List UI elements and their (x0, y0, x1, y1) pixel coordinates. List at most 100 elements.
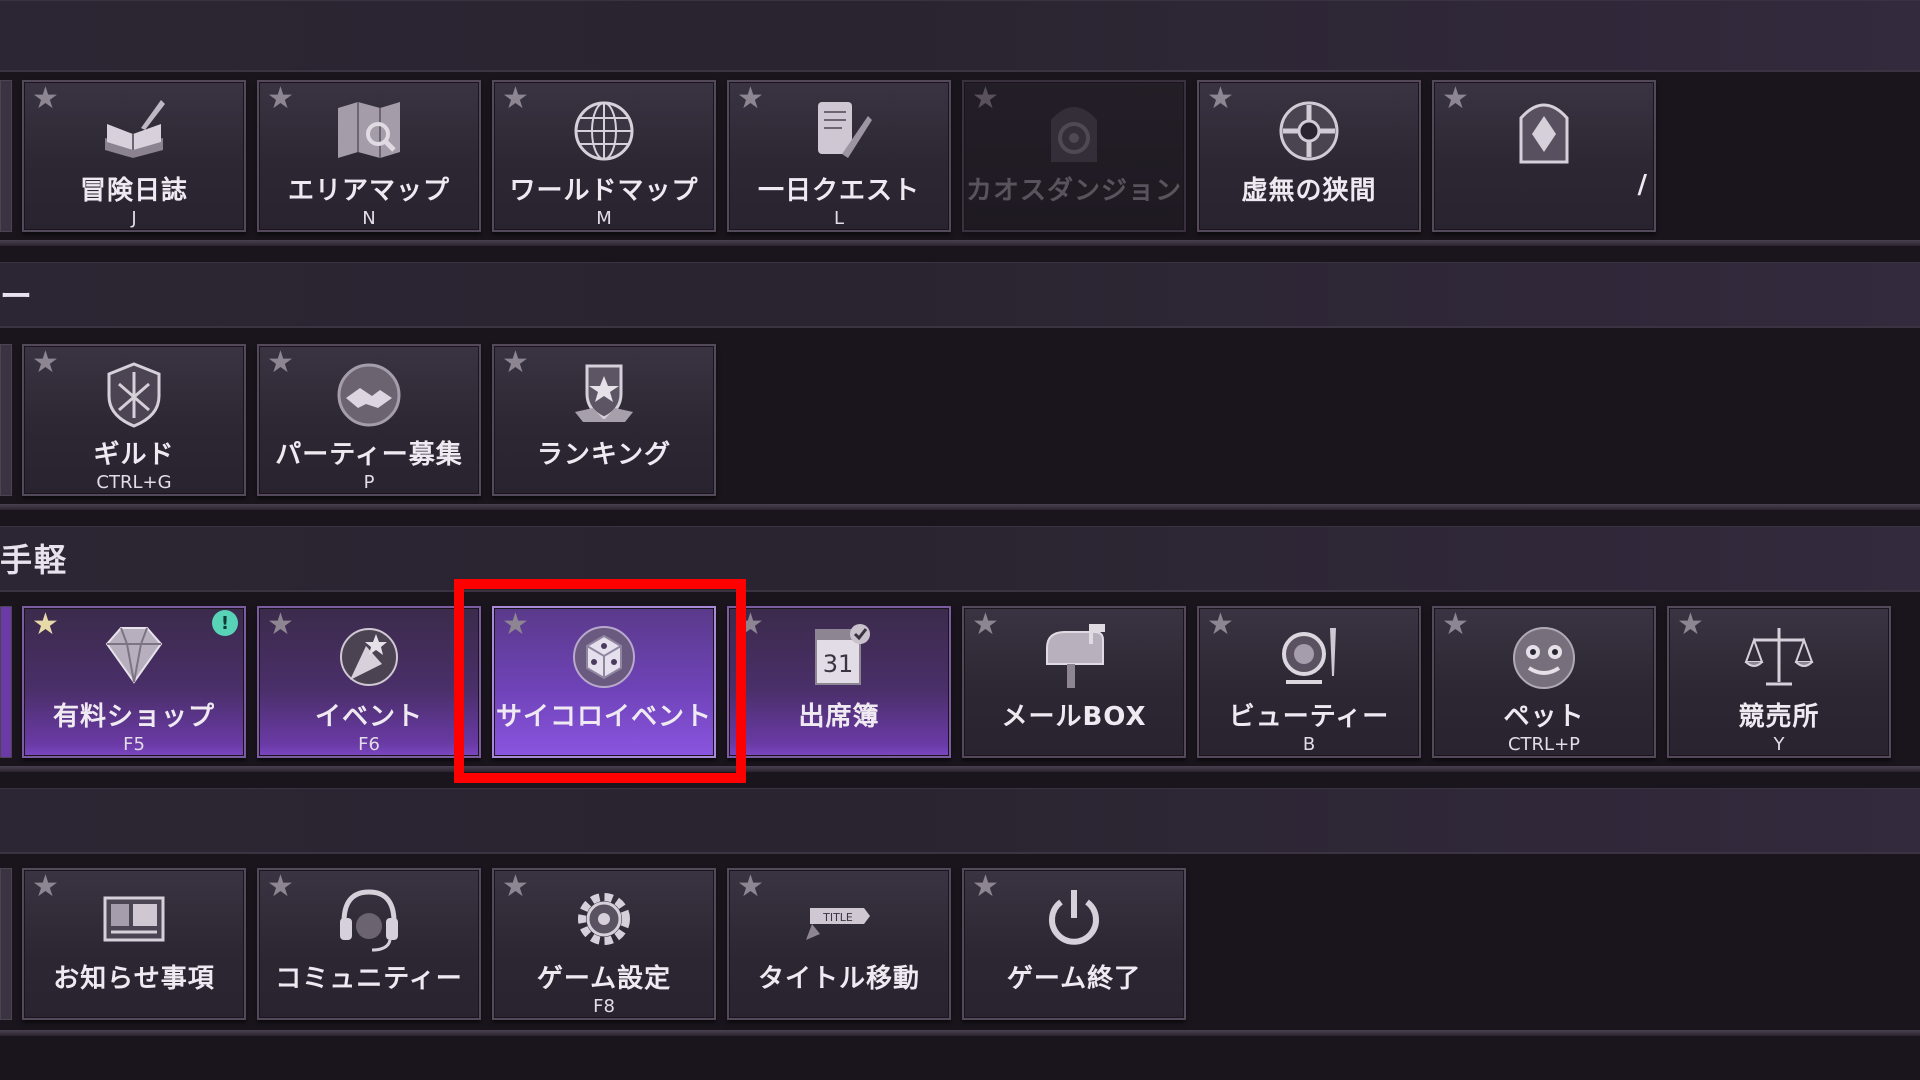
hotkey-label: CTRL+P (1507, 734, 1581, 755)
highlight-box (454, 579, 746, 783)
separator (0, 1030, 1920, 1036)
gear-icon (567, 882, 641, 956)
tile-label: 有料ショップ (52, 702, 215, 732)
diamond-icon (97, 620, 171, 694)
tile-label: ワールドマップ (509, 176, 699, 206)
calendar-day: 31 (823, 650, 854, 678)
title-banner-icon: TITLE (802, 882, 876, 956)
scales-icon (1742, 620, 1816, 694)
section-heading: ー (0, 277, 35, 315)
chaos-portal-icon (1037, 94, 1111, 168)
tile-label: ランキング (536, 440, 672, 470)
tile-daily-quest[interactable]: ★ 一日クエスト L (727, 80, 951, 232)
tile-world-map[interactable]: ★ ワールドマップ M (492, 80, 716, 232)
favorite-star-icon[interactable]: ★ (32, 610, 59, 640)
tile-exit-game[interactable]: ★ ゲーム終了 (962, 868, 1186, 1020)
tile-chaos-dungeon[interactable]: ★ カオスダンジョン (962, 80, 1186, 232)
tile-void-rift[interactable]: ★ 虚無の狭間 (1197, 80, 1421, 232)
tile-guild[interactable]: ★ ギルド CTRL+G (22, 344, 246, 496)
beauty-mirror-icon (1272, 620, 1346, 694)
favorite-star-icon[interactable]: ★ (972, 872, 999, 902)
tile-game-settings[interactable]: ★ ゲーム設定 F8 (492, 868, 716, 1020)
hotkey-label: L (833, 208, 845, 229)
tile-paid-shop[interactable]: ★ ! 有料ショップ F5 (22, 606, 246, 758)
separator (0, 504, 1920, 510)
tile-label: メールBOX (1001, 702, 1147, 732)
favorite-star-icon[interactable]: ★ (737, 872, 764, 902)
favorite-star-icon[interactable]: ★ (267, 84, 294, 114)
section-band-3: 手軽 (0, 526, 1920, 592)
tile-auction-house[interactable]: ★ 競売所 Y (1667, 606, 1891, 758)
hotkey-label: N (362, 208, 376, 229)
favorite-star-icon[interactable]: ★ (32, 84, 59, 114)
hotkey-label: P (363, 472, 375, 493)
tile-label: ゲーム終了 (1006, 964, 1142, 994)
hotkey-label: Y (1773, 734, 1785, 755)
tile-label: タイトル移動 (757, 964, 920, 994)
favorite-star-icon[interactable]: ★ (972, 84, 999, 114)
book-quill-icon (97, 94, 171, 168)
hotkey-label: F8 (593, 996, 615, 1017)
favorite-star-icon[interactable]: ★ (1442, 610, 1469, 640)
tile-adventure-journal[interactable]: ★ 冒険日誌 J (22, 80, 246, 232)
tile-notices[interactable]: ★ お知らせ事項 (22, 868, 246, 1020)
favorite-star-icon[interactable]: ★ (32, 872, 59, 902)
favorite-star-icon[interactable]: ★ (737, 84, 764, 114)
separator (0, 240, 1920, 246)
guild-shield-icon (97, 358, 171, 432)
tile-label: カオスダンジョン (965, 176, 1182, 206)
favorite-star-icon[interactable]: ★ (1207, 84, 1234, 114)
hotkey-label: CTRL+G (96, 472, 172, 493)
mailbox-icon (1037, 620, 1111, 694)
favorite-star-icon[interactable]: ★ (267, 348, 294, 378)
favorite-star-icon[interactable]: ★ (1677, 610, 1704, 640)
tile-label: 一日クエスト (757, 176, 920, 206)
favorite-star-icon[interactable]: ★ (502, 84, 529, 114)
area-map-icon (332, 94, 406, 168)
section-band-1 (0, 0, 1920, 72)
tile-party-finder[interactable]: ★ パーティー募集 P (257, 344, 481, 496)
favorite-star-icon[interactable]: ★ (502, 872, 529, 902)
tile-label: 競売所 (1738, 702, 1820, 732)
tile-pet[interactable]: ★ ペット CTRL+P (1432, 606, 1656, 758)
tile-title-screen[interactable]: ★ TITLE タイトル移動 (727, 868, 951, 1020)
favorite-star-icon[interactable]: ★ (32, 348, 59, 378)
tile-area-map[interactable]: ★ エリアマップ N (257, 80, 481, 232)
pet-icon (1507, 620, 1581, 694)
headset-icon (332, 882, 406, 956)
favorite-star-icon[interactable]: ★ (267, 610, 294, 640)
gate-icon (1507, 94, 1581, 168)
offscreen-tile-edge (0, 344, 12, 496)
tile-label: パーティー募集 (275, 440, 463, 470)
party-popper-icon (332, 620, 406, 694)
tile-label: / (1637, 170, 1648, 200)
tile-label: ペット (1503, 702, 1585, 732)
favorite-star-icon[interactable]: ★ (1442, 84, 1469, 114)
hotkey-label: B (1302, 734, 1316, 755)
tile-event[interactable]: ★ イベント F6 (257, 606, 481, 758)
offscreen-tile-edge (0, 606, 12, 758)
notice-board-icon (97, 882, 171, 956)
hotkey-label: F6 (358, 734, 380, 755)
handshake-icon (332, 358, 406, 432)
scroll-quill-icon (802, 94, 876, 168)
globe-icon (567, 94, 641, 168)
tile-gate[interactable]: ★ / (1432, 80, 1656, 232)
tile-label: 虚無の狭間 (1241, 176, 1377, 206)
tile-mailbox[interactable]: ★ メールBOX (962, 606, 1186, 758)
tile-community[interactable]: ★ コミュニティー (257, 868, 481, 1020)
favorite-star-icon[interactable]: ★ (267, 872, 294, 902)
hotkey-label: M (596, 208, 612, 229)
tile-ranking[interactable]: ★ ランキング (492, 344, 716, 496)
section-heading: 手軽 (0, 541, 69, 579)
tile-label: 出席簿 (798, 702, 880, 732)
favorite-star-icon[interactable]: ★ (1207, 610, 1234, 640)
tile-label: お知らせ事項 (53, 964, 215, 994)
tile-attendance[interactable]: ★ 31 出席簿 (727, 606, 951, 758)
favorite-star-icon[interactable]: ★ (502, 348, 529, 378)
hotkey-label: F5 (123, 734, 145, 755)
favorite-star-icon[interactable]: ★ (972, 610, 999, 640)
tile-beauty[interactable]: ★ ビューティー B (1197, 606, 1421, 758)
power-icon (1037, 882, 1111, 956)
tile-label: エリアマップ (287, 176, 450, 206)
